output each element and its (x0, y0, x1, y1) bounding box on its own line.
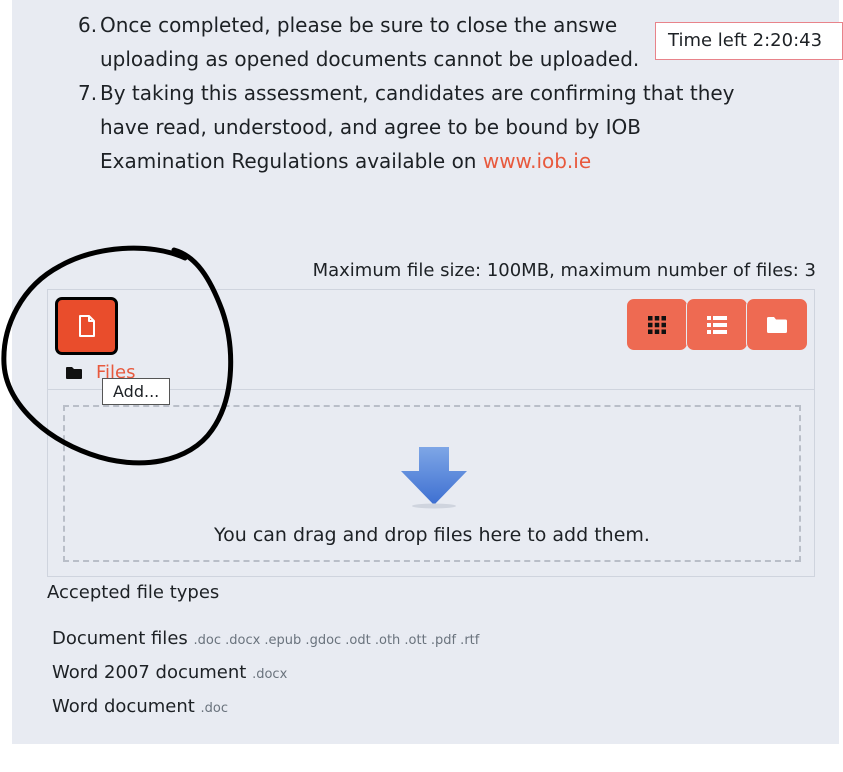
instruction-line: By taking this assessment, candidates ar… (100, 81, 735, 105)
file-type-name: Word 2007 document (52, 662, 247, 683)
file-type-item: Word 2007 document .docx (52, 657, 479, 691)
hand-drawn-circle-annotation (1, 245, 234, 466)
accepted-types-list: Document files .doc .docx .epub .gdoc .o… (52, 623, 479, 725)
file-type-extensions: .docx (252, 667, 288, 682)
instruction-number: 6. (78, 13, 98, 37)
instruction-line: Once completed, please be sure to close … (100, 13, 618, 37)
file-type-name: Word document (52, 696, 195, 717)
view-list-button[interactable] (686, 298, 748, 351)
view-switcher (626, 298, 808, 351)
file-type-name: Document files (52, 628, 188, 649)
file-type-extensions: .doc .docx .epub .gdoc .odt .oth .ott .p… (193, 633, 480, 648)
grid-icon (648, 315, 666, 334)
time-left-timer: Time left 2:20:43 (655, 22, 843, 60)
folder-icon (767, 316, 787, 333)
upload-limits: Maximum file size: 100MB, maximum number… (312, 260, 816, 281)
file-type-extensions: .doc (200, 701, 229, 716)
instruction-text: Once completed, please be sure to close … (100, 8, 639, 76)
file-type-item: Document files .doc .docx .epub .gdoc .o… (52, 623, 479, 657)
instruction-item-7: 7. By taking this assessment, candidates… (78, 76, 818, 178)
arrow-down-icon (401, 447, 467, 509)
file-type-item: Word document .doc (52, 691, 479, 725)
instruction-line: have read, understood, and agree to be b… (100, 115, 641, 139)
view-icons-button[interactable] (626, 298, 688, 351)
instruction-line: Examination Regulations available on (100, 149, 483, 173)
instruction-line-with-link: Examination Regulations available on www… (100, 144, 735, 178)
instruction-line: uploading as opened documents cannot be … (100, 47, 640, 71)
accepted-file-types-heading: Accepted file types (47, 582, 220, 603)
dropzone-text: You can drag and drop files here to add … (214, 524, 650, 546)
list-icon (707, 315, 727, 334)
instruction-number: 7. (78, 81, 98, 105)
iob-website-link[interactable]: www.iob.ie (483, 149, 591, 173)
instruction-text: By taking this assessment, candidates ar… (100, 76, 735, 178)
view-tree-button[interactable] (746, 298, 808, 351)
